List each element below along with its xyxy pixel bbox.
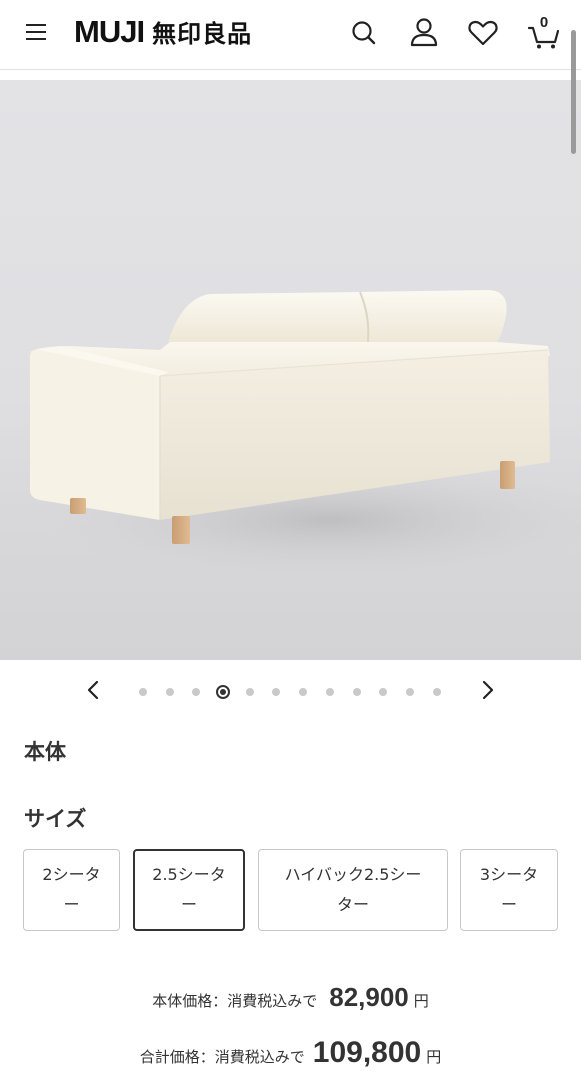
size-option-line1: 3シータ (479, 865, 539, 884)
carousel-dot[interactable] (299, 688, 308, 696)
carousel-dot[interactable] (432, 688, 441, 696)
muji-logo[interactable]: MUJI 無印良品 (74, 14, 252, 52)
section-title-main: 本体 (24, 740, 66, 764)
size-option-highback-2-5-seater[interactable]: ハイバック2.5シー ター (258, 849, 448, 931)
body-price-label: 本体価格：消費税込みで (152, 992, 318, 1010)
account-icon[interactable] (408, 16, 440, 50)
section-title-size: サイズ (24, 807, 87, 831)
product-image[interactable] (0, 80, 581, 660)
total-price-label: 合計価格：消費税込みで (139, 1048, 305, 1066)
carousel-dot-active[interactable] (216, 685, 231, 699)
size-option-2-5-seater[interactable]: 2.5シーター (133, 849, 245, 931)
total-price-row: 合計価格：消費税込みで 109,800 円 (0, 1036, 581, 1070)
scrollbar-thumb[interactable] (571, 30, 576, 154)
carousel-dot[interactable] (405, 688, 414, 696)
carousel-dot[interactable] (165, 688, 174, 696)
chevron-left-icon[interactable] (82, 678, 106, 702)
total-price-unit: 円 (426, 1048, 442, 1066)
size-option-3-seater[interactable]: 3シーター (460, 849, 558, 931)
heart-icon[interactable] (467, 16, 499, 50)
carousel-dots (139, 685, 459, 699)
carousel-dot[interactable] (245, 688, 254, 696)
size-option-line2: ー (180, 895, 197, 914)
carousel-dot[interactable] (139, 688, 147, 696)
logo-japanese: 無印良品 (152, 20, 253, 48)
cart-icon[interactable]: 0 (527, 14, 561, 50)
total-price-value: 109,800 (312, 1036, 422, 1069)
cart-count-badge: 0 (539, 14, 549, 31)
menu-icon[interactable] (26, 23, 48, 41)
image-carousel-nav (0, 672, 581, 710)
carousel-dot[interactable] (379, 688, 388, 696)
size-option-line2: ー (500, 895, 517, 914)
size-option-2-seater[interactable]: 2シーター (23, 849, 120, 931)
site-header: MUJI 無印良品 0 (0, 0, 581, 70)
logo-latin: MUJI (74, 14, 145, 49)
carousel-dot[interactable] (272, 688, 281, 696)
body-price-unit: 円 (413, 992, 429, 1010)
chevron-right-icon[interactable] (475, 678, 499, 702)
sofa-illustration (30, 290, 581, 580)
size-option-line1: 2シータ (42, 865, 101, 884)
body-price-row: 本体価格：消費税込みで 82,900 円 (0, 982, 581, 1013)
search-icon[interactable] (348, 16, 380, 50)
body-price-value: 82,900 (329, 982, 409, 1012)
carousel-dot[interactable] (325, 688, 334, 696)
carousel-dot[interactable] (352, 688, 361, 696)
size-option-line2: ー (63, 895, 80, 914)
size-option-line2: ター (336, 895, 369, 914)
carousel-dot[interactable] (192, 688, 201, 696)
size-option-line1: ハイバック2.5シー (284, 865, 422, 884)
size-option-line1: 2.5シータ (152, 865, 226, 884)
